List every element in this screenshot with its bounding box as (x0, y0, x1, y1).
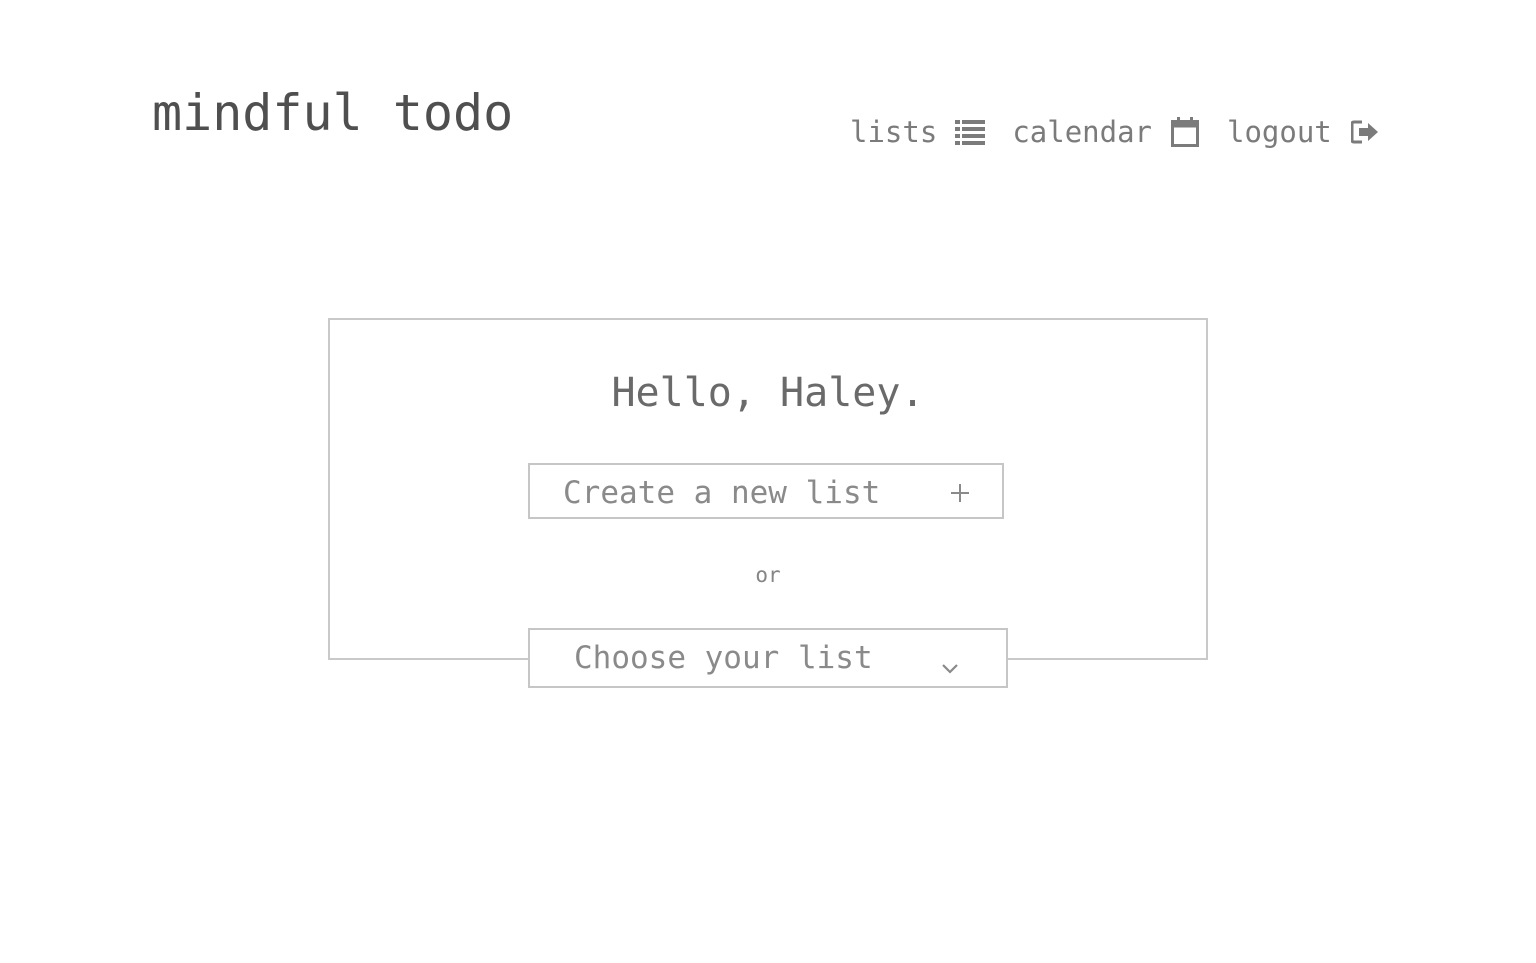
top-nav: lists calendar logout (850, 110, 1380, 154)
app-brand[interactable]: mindful todo (152, 84, 513, 142)
logout-icon (1350, 117, 1380, 147)
nav-lists[interactable]: lists (850, 115, 986, 149)
page: mindful todo lists calendar logout Hello… (0, 0, 1536, 963)
nav-calendar-label: calendar (1012, 115, 1152, 149)
nav-logout-label: logout (1227, 115, 1332, 149)
chevron-down-icon (940, 648, 960, 674)
nav-lists-label: lists (850, 115, 938, 149)
calendar-icon (1170, 117, 1200, 147)
plus-icon (948, 477, 972, 502)
welcome-card: Hello, Haley. Create a new list or (328, 318, 1208, 660)
greeting-heading: Hello, Haley. (611, 370, 925, 416)
or-separator: or (755, 563, 781, 587)
nav-calendar[interactable]: calendar (1012, 115, 1200, 149)
choose-list-label: Choose your list (574, 640, 873, 676)
create-list-button[interactable]: Create a new list (528, 463, 1004, 519)
choose-list-select[interactable]: Choose your list (528, 628, 1008, 688)
list-icon (955, 117, 986, 147)
create-list-label: Create a new list (563, 475, 881, 511)
nav-logout[interactable]: logout (1227, 115, 1380, 149)
